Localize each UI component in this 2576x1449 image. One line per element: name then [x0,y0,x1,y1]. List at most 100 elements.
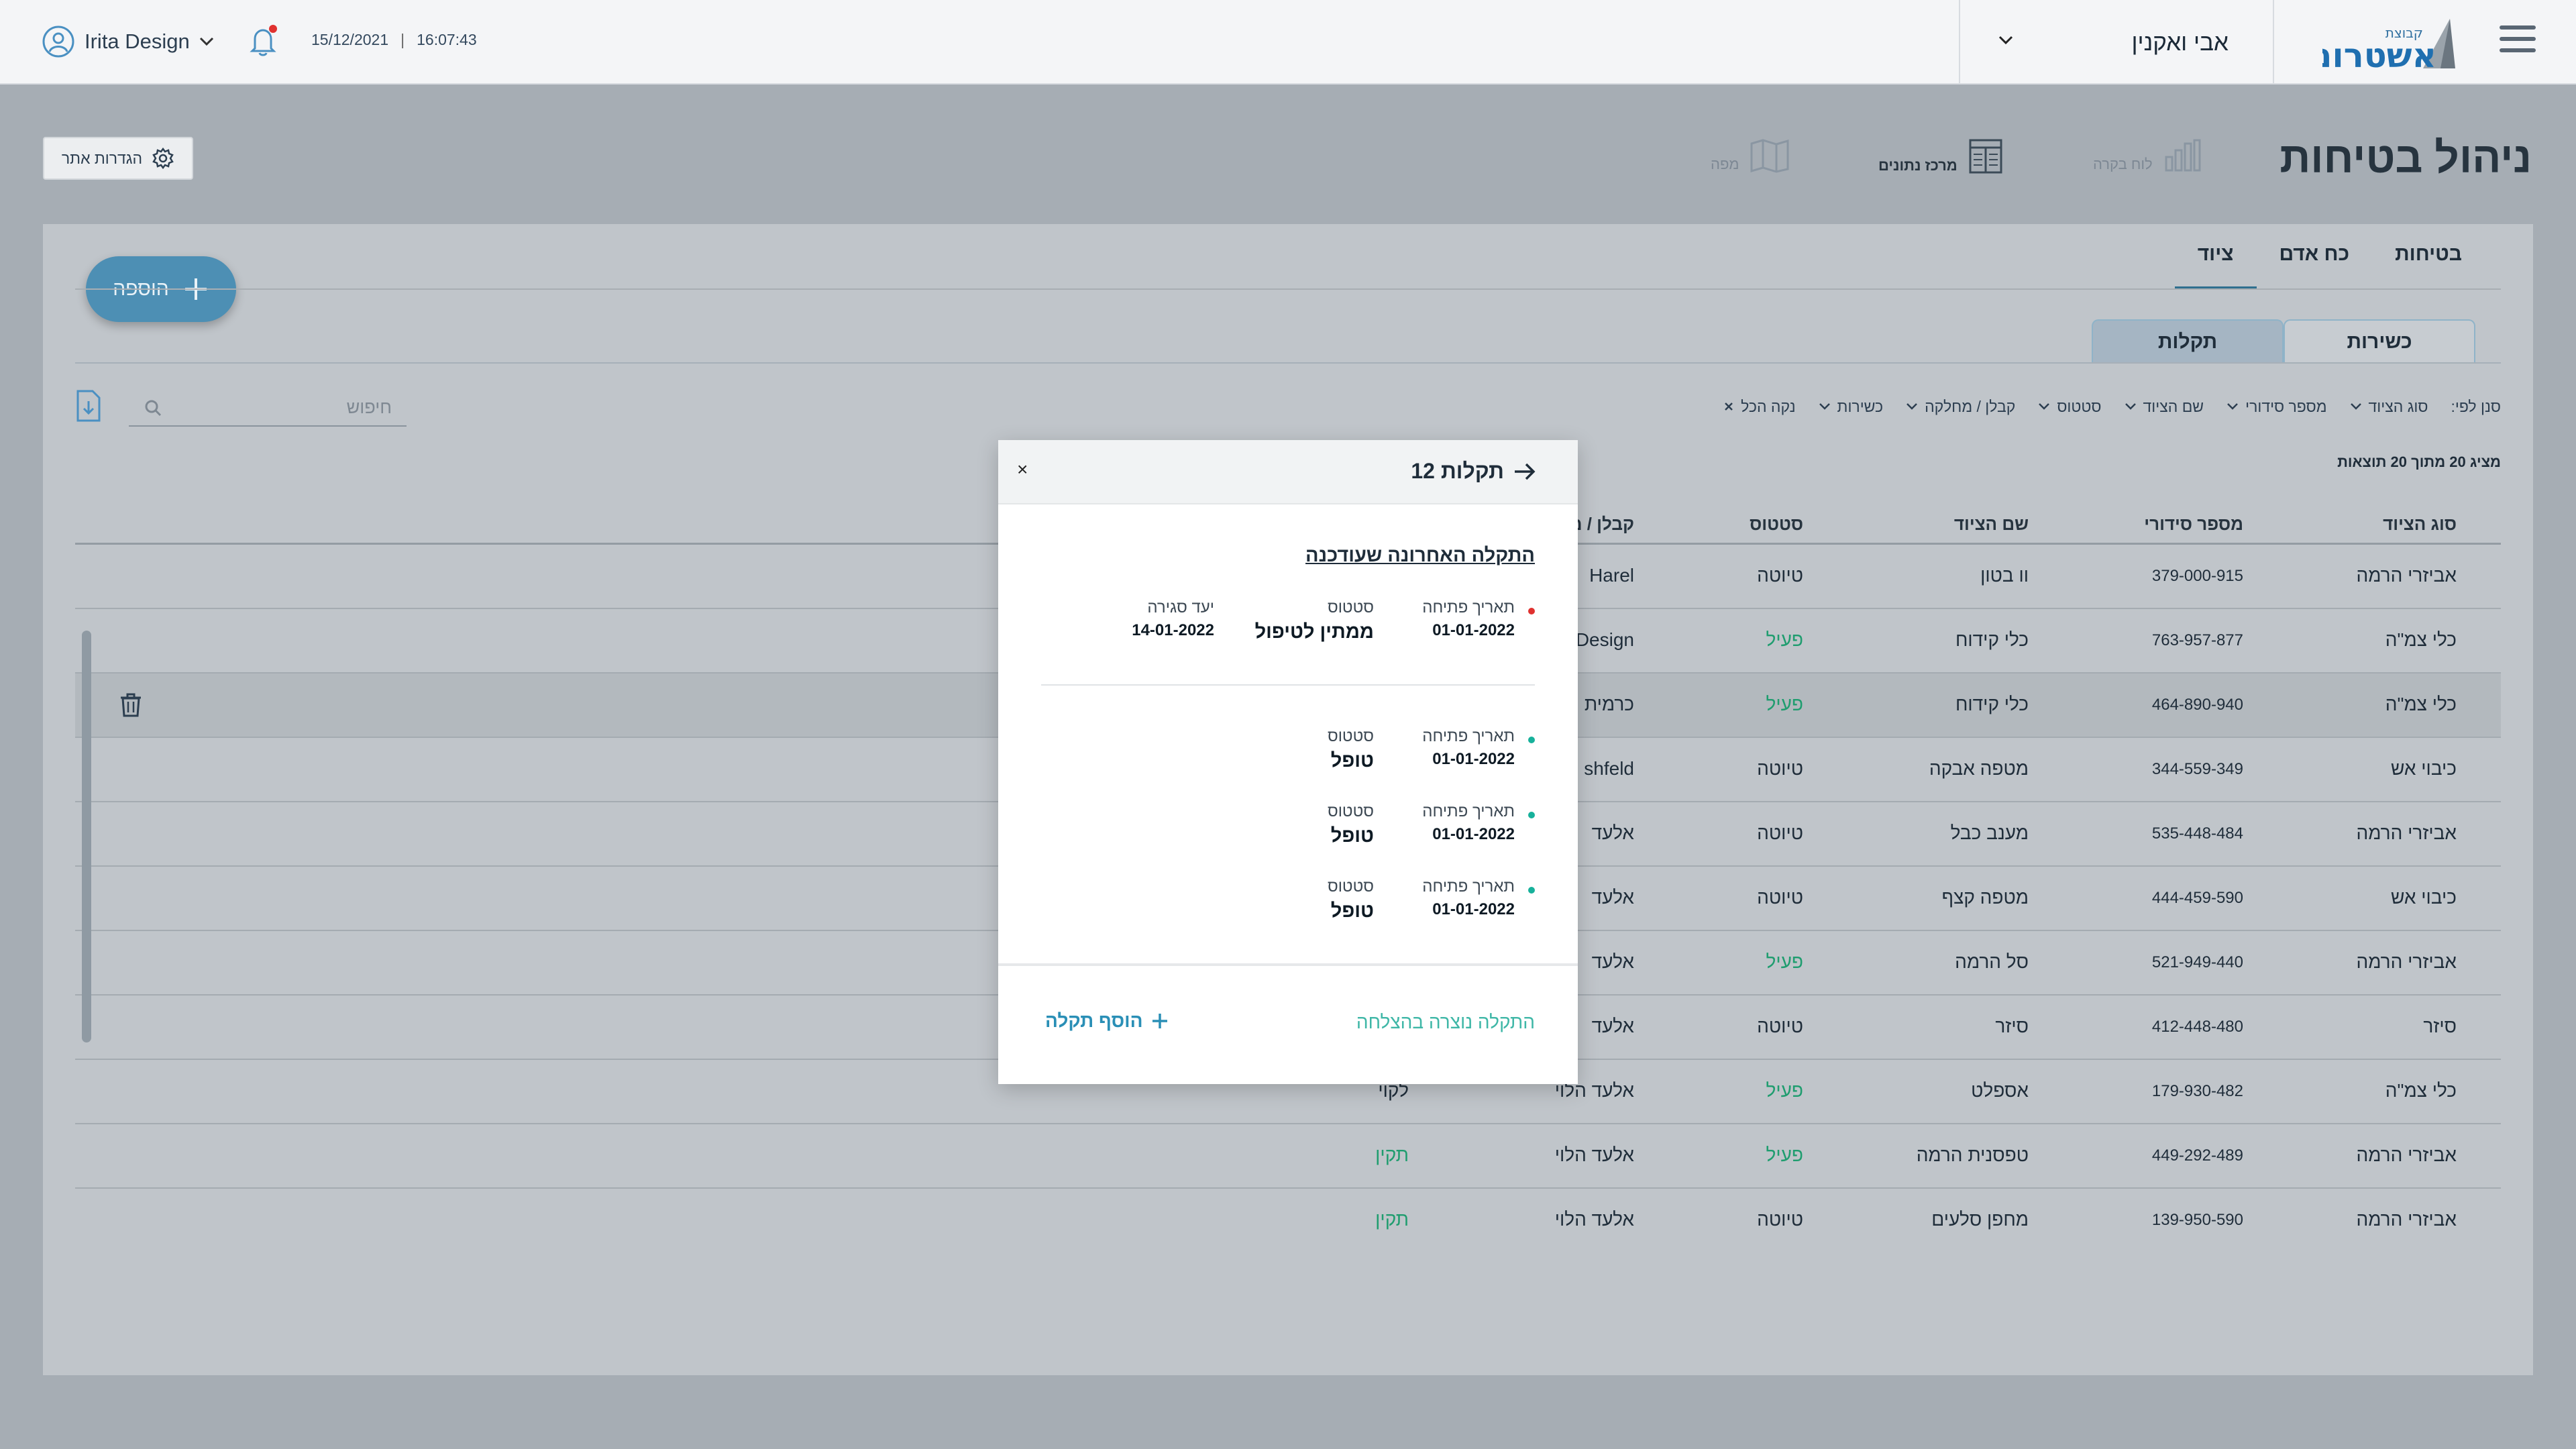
tab-manpower[interactable]: כח אדם [2257,228,2373,290]
open-date-label: תאריך פתיחה [1422,727,1515,745]
chevron-down-icon [1907,403,1917,410]
cell-type: כיבוי אש [2391,758,2457,779]
open-date-value: 01-01-2022 [1432,750,1515,768]
cell-name: סיזר [1995,1016,2029,1036]
header-status[interactable]: סטטוס [1750,514,1803,535]
status-dot [1528,608,1535,614]
cell-name: כלי קידוח [1955,694,2029,714]
popup-title: תקלות 12 [1411,459,1504,483]
cell-name: מחפן סלעים [1931,1209,2029,1230]
status-label: סטטוס [1327,802,1374,820]
header-equipment-type[interactable]: סוג הציוד [2383,514,2457,535]
cell-name: מענב כבל [1950,822,2029,843]
cell-name: מטפה קצף [1941,887,2029,908]
header-serial-number[interactable]: מספר סידורי [2144,514,2243,535]
filter-label: קבלן / מחלקה [1925,397,2016,415]
filter-serial-number[interactable]: מספר סידורי [2226,398,2327,416]
sub-tabs-divider [75,362,2501,364]
fault-entry[interactable]: תאריך פתיחה 01-01-2022 סטטוס טופל [1038,877,1535,924]
hamburger-menu-icon[interactable] [2500,25,2536,59]
filter-bar: סנן לפי: סוג הציוד מספר סידורי שם הציוד … [1723,392,2501,421]
close-icon[interactable]: × [1017,459,1028,480]
tab-equipment[interactable]: ציוד [2174,228,2257,290]
fault-entry[interactable]: תאריך פתיחה 01-01-2022 סטטוס טופל [1038,727,1535,774]
company-logo[interactable]: קבוצת אשטרום [2309,12,2463,76]
cell-type: כיבוי אש [2391,887,2457,908]
quick-link-data-center-label: מרכז נתונים [1878,157,1957,174]
table-row[interactable]: אביזרי הרמה 449-292-489 טפסנית הרמה פעיל… [75,1124,2501,1189]
fault-entry[interactable]: תאריך פתיחה 01-01-2022 סטטוס טופל [1038,802,1535,849]
filter-contractor[interactable]: קבלן / מחלקה [1906,398,2015,416]
cell-serial: 535-448-484 [2151,824,2243,843]
sub-tabs: כשירות תקלות [2092,319,2475,364]
page-title: ניהול בטיחות [2279,133,2532,182]
cell-contractor: Harel [1589,565,1634,586]
status-value: טופל [1330,825,1374,847]
tabs-divider [75,288,2501,290]
cell-type: כלי צמ"ה [2385,1080,2457,1101]
quick-link-dashboard[interactable]: לוח בקרה [2093,138,2201,173]
status-value: ממתין לטיפול [1254,621,1374,643]
filter-status[interactable]: סטטוס [2038,398,2102,416]
quick-link-dashboard-label: לוח בקרה [2093,156,2153,172]
chevron-down-icon [1998,36,2013,45]
svg-text:אשטרום: אשטרום [2322,36,2436,75]
add-fault-button[interactable]: הוסף תקלה [1045,1010,1169,1032]
user-menu[interactable]: Irita Design [42,23,214,60]
open-date-label: תאריך פתיחה [1422,598,1515,616]
cell-serial: 444-459-590 [2151,889,2243,907]
status-value: טופל [1330,750,1374,771]
trash-icon [121,693,141,717]
map-icon [1750,139,1789,173]
cell-status: טיוטה [1757,822,1803,843]
site-settings-label: הגדרות אתר [61,149,143,167]
open-date-label: תאריך פתיחה [1422,802,1515,820]
header-contractor[interactable]: קבלן / מ [1570,514,1634,535]
site-settings-button[interactable]: הגדרות אתר [43,137,193,180]
chevron-down-icon [2125,403,2136,410]
export-file-icon[interactable] [75,389,102,423]
cell-name: טפסנית הרמה [1916,1144,2029,1165]
cell-status: טיוטה [1757,758,1803,779]
plus-icon [1152,1014,1167,1028]
header-equipment-name[interactable]: שם הציוד [1954,514,2029,535]
filter-equipment-type[interactable]: סוג הציוד [2350,398,2428,416]
search-input[interactable]: חיפוש [129,389,407,427]
scrollbar[interactable] [82,631,91,1042]
open-date-field: תאריך פתיחה 01-01-2022 [1422,802,1515,844]
filter-equipment-name[interactable]: שם הציוד [2125,398,2204,416]
clear-all-label: נקה הכל [1741,397,1796,415]
cell-serial: 464-890-940 [2151,696,2243,714]
latest-updated-fault-link[interactable]: התקלה האחרונה שעודכנה [1305,545,1535,567]
cell-type: אביזרי הרמה [2356,565,2457,586]
cell-serial: 449-292-489 [2151,1146,2243,1165]
cell-status: פעיל [1766,1080,1803,1101]
due-date-field: יעד סגירה 14-01-2022 [1132,598,1214,640]
table-row[interactable]: אביזרי הרמה 139-950-590 מחפן סלעים טיוטה… [75,1189,2501,1253]
cell-status: פעיל [1766,1144,1803,1165]
notifications-button[interactable] [243,21,283,62]
open-date-value: 01-01-2022 [1432,900,1515,918]
open-date-value: 01-01-2022 [1432,621,1515,639]
filter-fitness[interactable]: כשירות [1819,397,1884,416]
delete-row-button[interactable] [119,692,142,718]
chevron-down-icon [199,37,213,46]
clear-all-filters[interactable]: נקה הכל [1723,397,1796,416]
sub-tab-fitness[interactable]: כשירות [2284,319,2475,364]
cell-status: טיוטה [1757,565,1803,586]
close-icon [1725,402,1733,411]
sub-tab-faults[interactable]: תקלות [2092,319,2284,364]
chevron-down-icon [2227,403,2238,410]
quick-link-data-center[interactable]: מרכז נתונים [1878,138,2003,174]
cell-name: כלי קידוח [1955,629,2029,650]
filter-label: כשירות [1837,397,1884,415]
cell-type: אביזרי הרמה [2356,1144,2457,1165]
arrow-icon[interactable] [1513,462,1536,482]
main-tabs: בטיחות כח אדם ציוד [2174,228,2485,290]
cell-serial: 763-957-877 [2151,631,2243,649]
tab-safety[interactable]: בטיחות [2372,228,2485,290]
cell-contractor: Design [1575,629,1634,650]
site-selector[interactable]: אבי ואקנין [1959,0,2274,85]
quick-link-map[interactable]: מפה [1711,138,1790,173]
latest-fault-entry[interactable]: תאריך פתיחה 01-01-2022 סטטוס ממתין לטיפו… [1038,598,1535,645]
